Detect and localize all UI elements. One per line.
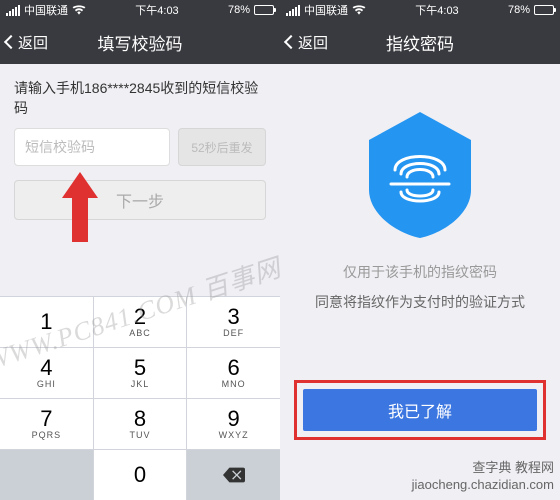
status-time: 下午4:03 (415, 2, 458, 18)
key-letters: MNO (222, 379, 246, 389)
highlight-arrow (58, 172, 102, 242)
battery-icon (254, 5, 274, 15)
key-letters: PQRS (32, 430, 62, 440)
key-letters: GHI (37, 379, 56, 389)
understood-button[interactable]: 我已了解 (303, 389, 537, 431)
signal-icon (6, 5, 20, 16)
backspace-icon (223, 467, 245, 483)
chevron-left-icon (4, 35, 18, 49)
cta-highlight-box: 我已了解 (294, 380, 546, 440)
status-time: 下午4:03 (135, 2, 178, 18)
status-bar: 中国联通 下午4:03 78% (0, 0, 280, 20)
carrier: 中国联通 (24, 2, 68, 18)
fingerprint-subtitle: 仅用于该手机的指纹密码 (280, 262, 560, 282)
battery-pct: 78% (228, 4, 250, 16)
key-letters: TUV (129, 430, 150, 440)
content-area: 仅用于该手机的指纹密码 同意将指纹作为支付时的验证方式 我已了解 (280, 64, 560, 500)
verify-code-screen: 中国联通 下午4:03 78% 返回 填写校验码 请输入手机186****284… (0, 0, 280, 500)
key-6[interactable]: 6MNO (187, 348, 280, 398)
key-5[interactable]: 5JKL (94, 348, 187, 398)
key-digit: 5 (134, 357, 146, 379)
wifi-icon (72, 5, 86, 15)
key-empty (0, 450, 93, 500)
fingerprint-screen: 中国联通 下午4:03 78% 返回 指纹密码 (280, 0, 560, 500)
battery-pct: 78% (508, 4, 530, 16)
key-letters: DEF (223, 328, 244, 338)
key-0[interactable]: 0 (94, 450, 187, 500)
key-letters: JKL (131, 379, 150, 389)
key-8[interactable]: 8TUV (94, 399, 187, 449)
resend-button: 52秒后重发 (178, 128, 266, 166)
status-bar: 中国联通 下午4:03 78% (280, 0, 560, 20)
key-digit: 0 (134, 464, 146, 486)
instruction-text: 请输入手机186****2845收到的短信校验码 (0, 64, 280, 128)
key-9[interactable]: 9WXYZ (187, 399, 280, 449)
key-backspace[interactable] (187, 450, 280, 500)
battery-icon (534, 5, 554, 15)
nav-bar: 返回 指纹密码 (280, 20, 560, 64)
fingerprint-consent-text: 同意将指纹作为支付时的验证方式 (280, 292, 560, 312)
key-7[interactable]: 7PQRS (0, 399, 93, 449)
key-letters: WXYZ (219, 430, 249, 440)
key-digit: 8 (134, 408, 146, 430)
back-label: 返回 (298, 32, 328, 53)
next-button[interactable]: 下一步 (14, 180, 266, 220)
key-digit: 9 (228, 408, 240, 430)
back-label: 返回 (18, 32, 48, 53)
key-digit: 6 (228, 357, 240, 379)
back-button[interactable]: 返回 (286, 32, 328, 53)
source-watermark: 查字典 教程网 jiaocheng.chazidian.com (412, 460, 554, 494)
key-digit: 7 (40, 408, 52, 430)
content-area: 请输入手机186****2845收到的短信校验码 短信校验码 52秒后重发 下一… (0, 64, 280, 296)
fingerprint-shield-icon (365, 112, 475, 238)
sms-code-input[interactable]: 短信校验码 (14, 128, 170, 166)
nav-bar: 返回 填写校验码 (0, 20, 280, 64)
chevron-left-icon (284, 35, 298, 49)
back-button[interactable]: 返回 (6, 32, 48, 53)
signal-icon (286, 5, 300, 16)
wifi-icon (352, 5, 366, 15)
page-title: 指纹密码 (386, 30, 454, 55)
page-title: 填写校验码 (98, 30, 183, 55)
key-digit: 3 (228, 306, 240, 328)
carrier: 中国联通 (304, 2, 348, 18)
